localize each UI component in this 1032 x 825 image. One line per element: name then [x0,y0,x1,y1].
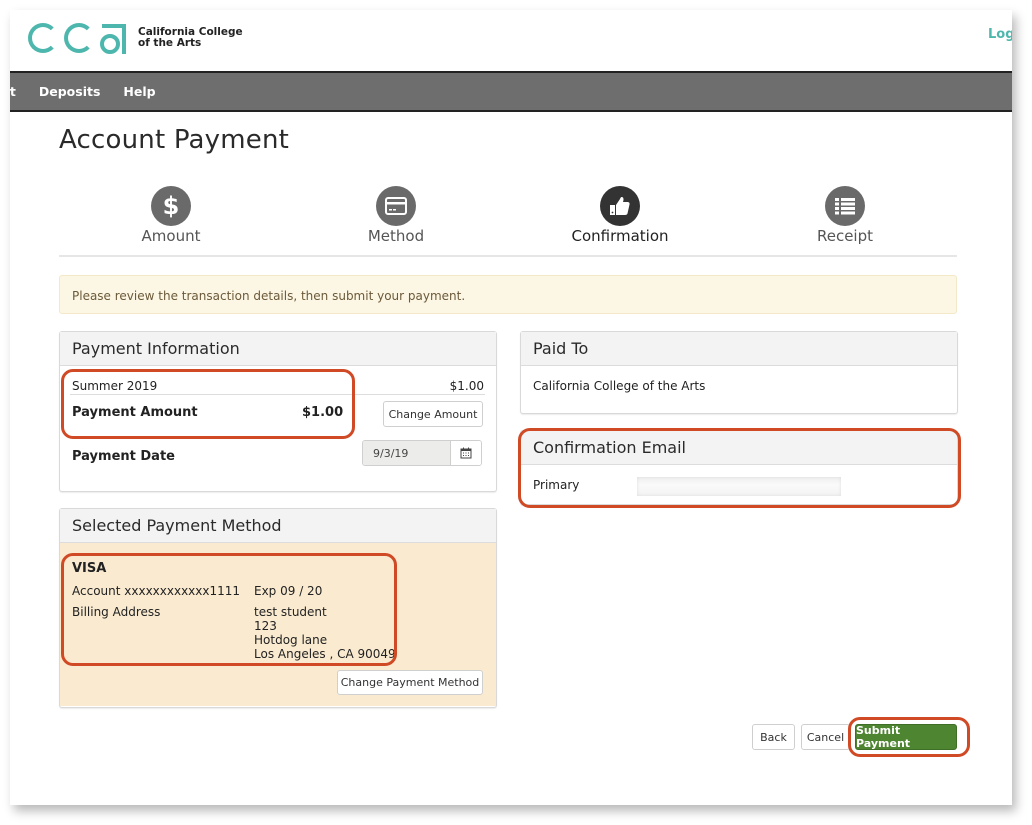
browser-window: California College of the Arts Logout nt… [10,10,1012,805]
selected-payment-method-panel: Selected Payment Method VISA Account xxx… [59,508,497,708]
panel-heading: Confirmation Email [521,431,957,465]
step-label: Confirmation [571,227,669,245]
step-receipt: Receipt [785,186,905,245]
page-title: Account Payment [59,125,290,155]
divider [70,394,485,395]
submit-payment-button[interactable]: Submit Payment [855,724,957,750]
panel-heading: Selected Payment Method [60,509,496,543]
review-alert: Please review the transaction details, t… [59,275,957,314]
billing-line: Hotdog lane [254,633,328,647]
payment-date-label: Payment Date [72,449,175,464]
payment-date-input[interactable]: 9/3/19 [363,441,451,465]
logo-text: California College of the Arts [138,27,243,49]
calendar-button[interactable] [451,441,481,465]
primary-email-label: Primary [533,478,580,492]
logout-link[interactable]: Logout [988,27,1012,42]
term-amount: $1.00 [449,379,484,393]
logo-c-glyph [28,23,58,53]
billing-address-label: Billing Address [72,605,161,619]
step-label: Receipt [816,227,874,245]
cancel-button[interactable]: Cancel [801,724,850,750]
step-confirmation: Confirmation [560,186,680,245]
step-method: Method [336,186,456,245]
billing-line: Los Angeles , CA 90049 [254,647,396,661]
billing-line: 123 [254,619,277,633]
step-label: Amount [141,227,201,245]
thumbs-up-icon [600,186,640,226]
calendar-icon [460,447,472,459]
term-label: Summer 2019 [72,379,158,393]
cca-logo[interactable]: California College of the Arts [28,22,243,54]
panel-body: VISA Account xxxxxxxxxxxx1111 Exp 09 / 2… [60,543,496,706]
change-amount-button[interactable]: Change Amount [383,401,483,427]
billing-address: test student 123 Hotdog lane Los Angeles… [254,605,396,661]
payment-amount-label: Payment Amount [72,405,198,420]
payment-information-panel: Payment Information Summer 2019 $1.00 Pa… [59,331,497,492]
payment-amount-value: $1.00 [302,405,344,420]
logo-a-glyph [100,22,128,54]
payment-date-field[interactable]: 9/3/19 [362,440,482,466]
site-header: California College of the Arts Logout [10,10,1012,71]
account-number: Account xxxxxxxxxxxx1111 [72,584,241,598]
redacted-email-field [637,477,841,496]
nav-item-help[interactable]: Help [123,84,155,99]
logo-line-2: of the Arts [138,37,202,49]
panel-heading: Paid To [521,332,957,366]
billing-line: test student [254,605,327,619]
progress-steps: $ Amount Method Confirmation Receipt [59,186,957,257]
card-expiry: Exp 09 / 20 [254,584,323,598]
step-amount: $ Amount [111,186,231,245]
card-type: VISA [72,561,107,576]
paid-to-value: California College of the Arts [533,379,706,393]
confirmation-email-panel: Confirmation Email Primary [520,430,958,505]
logo-mark [28,22,138,54]
list-icon [825,186,865,226]
main-nav: nt Deposits Help [10,71,1012,112]
credit-card-icon [376,186,416,226]
dollar-icon: $ [151,186,191,226]
change-payment-method-button[interactable]: Change Payment Method [337,670,483,695]
panel-heading: Payment Information [60,332,496,366]
logo-c-glyph [64,23,94,53]
nav-item-deposits[interactable]: Deposits [39,84,101,99]
nav-item-account[interactable]: nt [10,84,16,99]
paid-to-panel: Paid To California College of the Arts [520,331,958,414]
step-label: Method [367,227,425,245]
back-button[interactable]: Back [752,724,795,750]
